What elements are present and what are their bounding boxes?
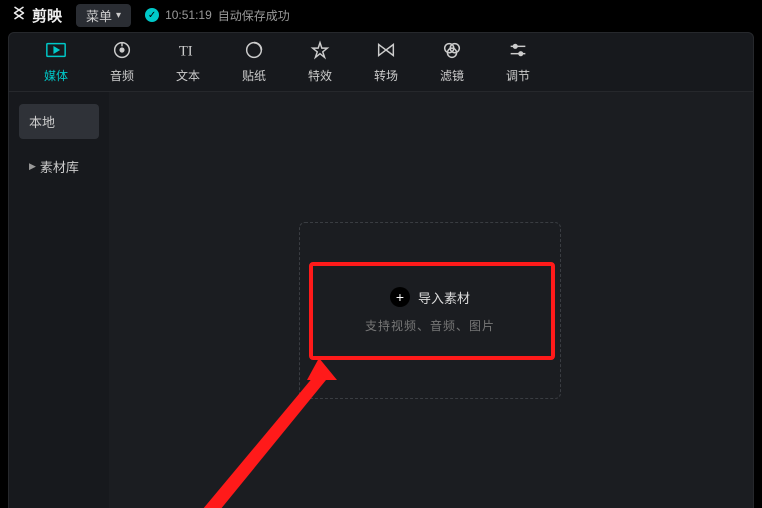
tab-effect[interactable]: 特效	[287, 36, 353, 88]
sidebar-item-local[interactable]: 本地	[19, 104, 99, 139]
import-dropzone[interactable]: + 导入素材 支持视频、音频、图片	[299, 222, 561, 399]
sidebar-item-label: 本地	[29, 112, 55, 131]
media-icon	[45, 40, 67, 63]
tab-audio[interactable]: 音频	[89, 36, 155, 88]
tab-label: 特效	[308, 67, 332, 84]
tab-transition[interactable]: 转场	[353, 36, 419, 88]
tab-text[interactable]: TI 文本	[155, 36, 221, 88]
filter-icon	[441, 40, 463, 63]
sidebar: 本地 ▶ 素材库	[9, 92, 109, 508]
menu-button[interactable]: 菜单 ▾	[76, 4, 131, 27]
text-icon: TI	[177, 40, 199, 63]
app-logo: 剪映	[10, 4, 62, 26]
import-label: 导入素材	[418, 288, 470, 307]
tab-sticker[interactable]: 贴纸	[221, 36, 287, 88]
tab-label: 贴纸	[242, 67, 266, 84]
transition-icon	[375, 40, 397, 63]
autosave-time: 10:51:19	[165, 8, 212, 22]
tab-label: 调节	[506, 67, 530, 84]
app-name: 剪映	[32, 5, 62, 26]
title-bar: 剪映 菜单 ▾ ✓ 10:51:19 自动保存成功	[0, 0, 762, 30]
tab-media[interactable]: 媒体	[23, 36, 89, 88]
svg-text:TI: TI	[179, 44, 193, 60]
tab-label: 音频	[110, 67, 134, 84]
import-row: + 导入素材	[390, 287, 470, 307]
autosave-label: 自动保存成功	[218, 7, 290, 24]
sticker-icon	[243, 40, 265, 63]
app-root: 剪映 菜单 ▾ ✓ 10:51:19 自动保存成功 媒体	[0, 0, 762, 508]
tab-filter[interactable]: 滤镜	[419, 36, 485, 88]
tab-label: 媒体	[44, 67, 68, 84]
autosave-status: ✓ 10:51:19 自动保存成功	[145, 7, 290, 24]
triangle-right-icon: ▶	[29, 161, 36, 172]
main-panel: + 导入素材 支持视频、音频、图片	[109, 92, 753, 508]
sidebar-item-library[interactable]: ▶ 素材库	[19, 149, 99, 184]
logo-icon	[10, 4, 28, 26]
check-icon: ✓	[145, 8, 159, 22]
tab-adjust[interactable]: 调节	[485, 36, 551, 88]
menu-label: 菜单	[86, 6, 112, 25]
sidebar-item-label: 素材库	[40, 157, 79, 176]
tab-label: 转场	[374, 67, 398, 84]
tab-label: 滤镜	[440, 67, 464, 84]
chevron-down-icon: ▾	[116, 10, 121, 21]
tab-label: 文本	[176, 67, 200, 84]
main-toolbar: 媒体 音频 TI 文本	[8, 32, 754, 92]
audio-icon	[111, 40, 133, 63]
content-body: 本地 ▶ 素材库 + 导入素材 支持视频、音频、图片	[8, 92, 754, 508]
import-hint: 支持视频、音频、图片	[365, 317, 495, 334]
plus-icon: +	[390, 287, 410, 307]
adjust-icon	[507, 40, 529, 63]
effect-icon	[309, 40, 331, 63]
